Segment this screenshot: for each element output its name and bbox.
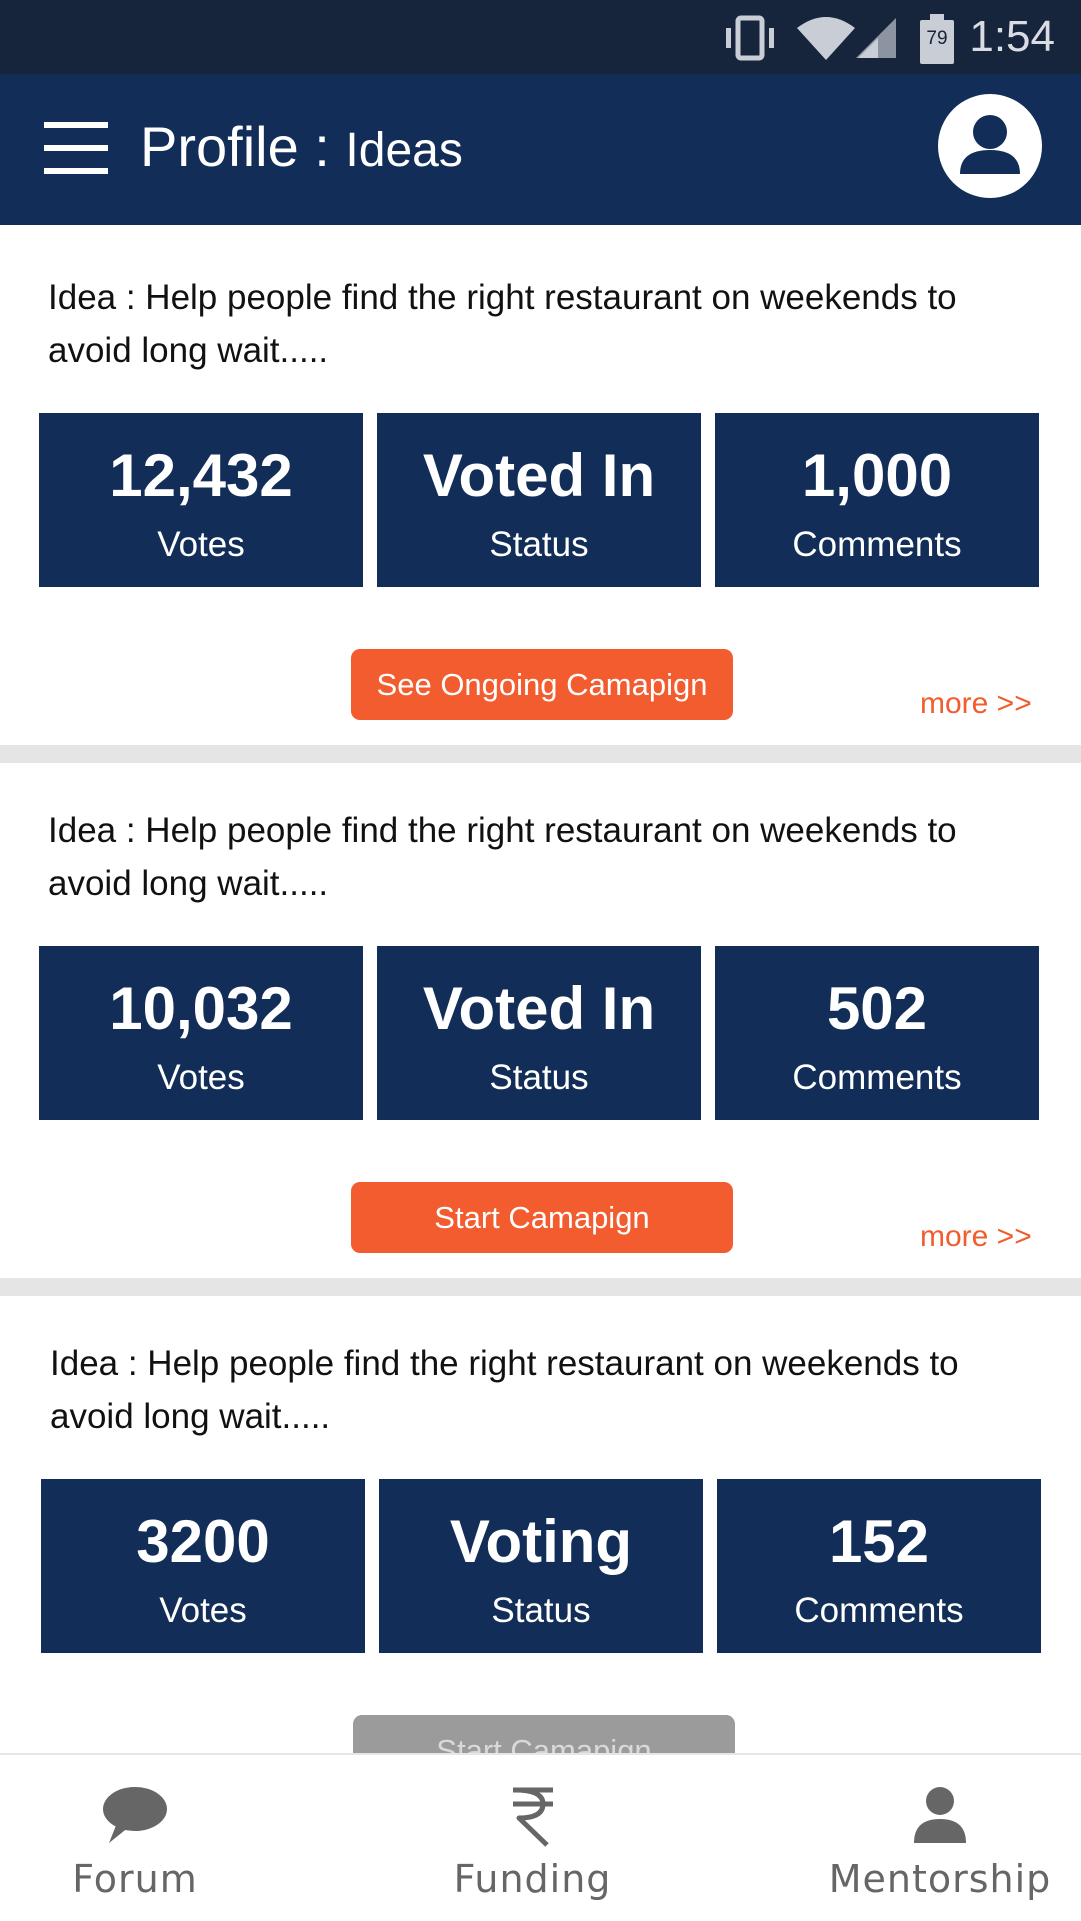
battery-level-text: 79: [926, 28, 948, 49]
menu-icon[interactable]: [44, 122, 108, 174]
votes-stat: 10,032 Votes: [39, 946, 363, 1120]
idea-text-line: avoid long wait.....: [48, 864, 329, 903]
comments-stat: 152 Comments: [717, 1479, 1041, 1653]
status-value: Voting: [449, 1508, 633, 1575]
nav-label-mentorship: Mentorship: [828, 1857, 1052, 1901]
status-label: Status: [489, 1058, 589, 1097]
rupee-icon: [512, 1787, 553, 1847]
comments-value: 1,000: [801, 442, 953, 509]
status-value: Voted In: [422, 442, 656, 509]
more-link[interactable]: more >>: [920, 1219, 1032, 1255]
page-title-subtitle: Ideas: [345, 124, 463, 177]
page-title-main: Profile: [140, 115, 299, 178]
see-ongoing-campaign-button[interactable]: See Ongoing Camapign: [351, 649, 733, 720]
nav-label-forum: Forum: [72, 1857, 198, 1901]
app-bar: Profile : Ideas: [0, 74, 1081, 225]
votes-label: Votes: [157, 1058, 245, 1097]
comments-label: Comments: [792, 1058, 962, 1097]
votes-stat: 12,432 Votes: [39, 413, 363, 587]
votes-stat: 3200 Votes: [41, 1479, 365, 1653]
votes-label: Votes: [157, 525, 245, 564]
user-icon: [960, 115, 1020, 174]
idea-card: Idea : Help people find the right restau…: [0, 1296, 1081, 1786]
idea-card: Idea : Help people find the right restau…: [0, 225, 1081, 745]
votes-value: 3200: [136, 1508, 270, 1575]
comments-stat: 502 Comments: [715, 946, 1039, 1120]
votes-value: 12,432: [109, 442, 293, 509]
idea-card: Idea : Help people find the right restau…: [0, 763, 1081, 1278]
idea-text-line: Idea : Help people find the right restau…: [50, 1344, 959, 1383]
nav-item-mentorship[interactable]: Mentorship: [820, 1755, 1060, 1921]
more-link[interactable]: more >>: [920, 686, 1032, 722]
comments-label: Comments: [792, 525, 962, 564]
card-divider: [0, 745, 1081, 763]
status-stat: Voting Status: [379, 1479, 703, 1653]
card-divider: [0, 1278, 1081, 1296]
signal-icon: [856, 18, 896, 58]
idea-text-line: avoid long wait.....: [48, 331, 329, 370]
idea-description: Idea : Help people find the right restau…: [48, 271, 1048, 377]
comments-label: Comments: [794, 1591, 964, 1630]
status-label: Status: [489, 525, 589, 564]
status-stat: Voted In Status: [377, 413, 701, 587]
wifi-icon: [797, 17, 855, 60]
idea-description: Idea : Help people find the right restau…: [48, 804, 1048, 910]
person-icon: [914, 1787, 966, 1843]
status-value: Voted In: [422, 975, 656, 1042]
idea-description: Idea : Help people find the right restau…: [50, 1337, 1050, 1443]
idea-text-line: Idea : Help people find the right restau…: [48, 811, 957, 850]
start-campaign-button[interactable]: Start Camapign: [351, 1182, 733, 1253]
idea-text-line: Idea : Help people find the right restau…: [48, 278, 957, 317]
comments-value: 152: [828, 1508, 930, 1575]
profile-avatar-button[interactable]: [938, 94, 1042, 198]
chat-bubble-icon: [103, 1787, 167, 1843]
nav-label-funding: Funding: [453, 1857, 612, 1901]
nav-item-funding[interactable]: Funding: [400, 1755, 665, 1921]
votes-label: Votes: [159, 1591, 247, 1630]
idea-text-line: avoid long wait.....: [50, 1397, 331, 1436]
comments-stat: 1,000 Comments: [715, 413, 1039, 587]
status-time: 1:54: [969, 12, 1055, 61]
status-bar: 79 1:54: [0, 0, 1081, 74]
battery-icon: 79: [920, 14, 954, 64]
bottom-nav: Forum Funding Mentorship: [0, 1753, 1081, 1921]
status-label: Status: [491, 1591, 591, 1630]
votes-value: 10,032: [109, 975, 293, 1042]
vibrate-icon: [726, 15, 774, 61]
status-stat: Voted In Status: [377, 946, 701, 1120]
page-title-separator: :: [298, 115, 346, 178]
nav-item-forum[interactable]: Forum: [0, 1755, 270, 1921]
app-screen: 79 1:54 Profile : Ideas Idea : Help peop…: [0, 0, 1081, 1921]
page-title: Profile : Ideas: [140, 114, 463, 179]
comments-value: 502: [826, 975, 928, 1042]
